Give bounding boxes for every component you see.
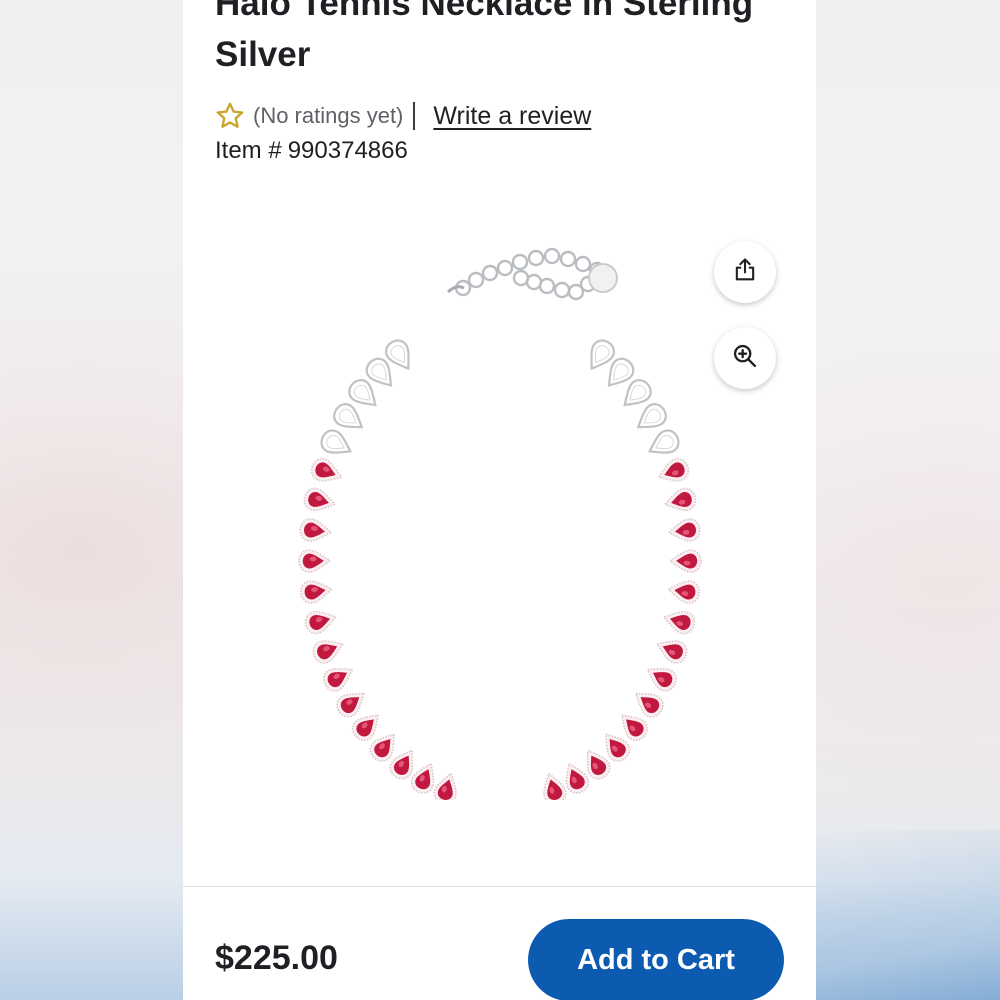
share-icon: [731, 256, 759, 289]
add-to-cart-button[interactable]: Add to Cart: [528, 919, 784, 1000]
star-outline-icon: [215, 101, 245, 131]
product-page: Halo Tennis Necklace in Sterling Silver …: [183, 0, 816, 1000]
item-number-label: Item #: [215, 137, 282, 164]
product-price: $225.00: [215, 939, 338, 977]
rating-status: (No ratings yet): [253, 103, 404, 128]
rating-row: (No ratings yet) Write a review: [215, 99, 591, 133]
product-image[interactable]: [298, 240, 703, 800]
product-title: Halo Tennis Necklace in Sterling Silver: [215, 0, 754, 74]
write-review-link[interactable]: Write a review: [433, 102, 591, 131]
item-number-value: 990374866: [287, 137, 408, 164]
rating-divider: [413, 102, 416, 130]
zoom-in-icon: [731, 342, 759, 375]
purchase-bar: $225.00 Add to Cart: [183, 886, 816, 1000]
item-number: Item #990374866: [215, 137, 408, 165]
zoom-button[interactable]: [714, 327, 776, 389]
share-button[interactable]: [714, 241, 776, 303]
